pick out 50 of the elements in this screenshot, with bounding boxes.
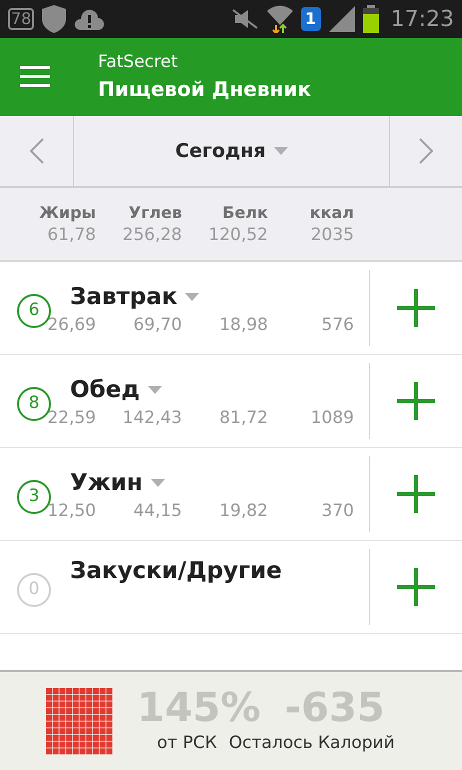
chevron-left-icon bbox=[30, 138, 44, 164]
cloud-alert-icon bbox=[74, 8, 104, 30]
caret-icon bbox=[150, 479, 165, 487]
meal-value: 44,15 bbox=[132, 500, 182, 522]
percent-label: от РСК bbox=[157, 732, 217, 756]
shield-icon bbox=[42, 5, 66, 33]
meal-value: 18,98 bbox=[218, 314, 268, 336]
nutrient-total: 61,78 bbox=[47, 224, 96, 246]
clock: 17:23 bbox=[390, 6, 454, 34]
meal-value: 19,82 bbox=[218, 500, 268, 522]
meal-value: 1089 bbox=[310, 407, 354, 430]
plus-icon bbox=[397, 289, 435, 327]
meal-row[interactable]: 8 Обед 22,59 142,43 81,72 1089 bbox=[0, 355, 369, 447]
meal-value: 69,70 bbox=[132, 314, 182, 336]
meal-row[interactable]: 3 Ужин 12,50 44,15 19,82 370 bbox=[0, 448, 369, 540]
caret-icon bbox=[148, 386, 162, 394]
meal-name: Ужин bbox=[70, 468, 143, 498]
nutrient-total: 2035 bbox=[310, 224, 354, 246]
nutrient-label: Белк bbox=[222, 202, 268, 224]
sim-badge: 1 bbox=[300, 7, 321, 31]
app-name: FatSecret bbox=[98, 51, 179, 74]
nutrient-label: ккал bbox=[310, 202, 354, 224]
meal-value: 81,72 bbox=[218, 407, 268, 430]
meal-name: Обед bbox=[70, 376, 140, 405]
notification-count: 78 bbox=[8, 8, 34, 30]
caret-icon bbox=[185, 293, 200, 301]
meal-name: Закуски/Другие bbox=[70, 556, 282, 586]
nutrient-label: Углев bbox=[128, 202, 182, 224]
chevron-right-icon bbox=[419, 138, 433, 164]
meal-name: Завтрак bbox=[70, 282, 178, 312]
calorie-grid-icon bbox=[46, 688, 113, 754]
wifi-icon bbox=[266, 5, 293, 33]
meal-value: 142,43 bbox=[122, 407, 182, 430]
mute-icon bbox=[230, 8, 259, 30]
plus-icon bbox=[397, 382, 435, 420]
menu-icon bbox=[20, 66, 50, 88]
entry-count: 3 bbox=[17, 480, 51, 514]
meal-value: 576 bbox=[320, 314, 354, 336]
caret-icon bbox=[274, 147, 288, 155]
remaining-label: Осталось Калорий bbox=[228, 732, 395, 756]
nutrient-total: 120,52 bbox=[208, 224, 268, 246]
battery-icon bbox=[362, 5, 379, 33]
nutrient-total: 256,28 bbox=[122, 224, 182, 246]
nutrient-label: Жиры bbox=[39, 202, 96, 224]
plus-icon bbox=[397, 475, 435, 513]
screen-title: Пищевой Дневник bbox=[98, 76, 312, 103]
meal-value: 370 bbox=[320, 500, 354, 522]
signal-icon bbox=[328, 6, 355, 32]
plus-icon bbox=[397, 568, 435, 606]
meal-row[interactable]: 6 Завтрак 26,69 69,70 18,98 576 bbox=[0, 262, 369, 354]
